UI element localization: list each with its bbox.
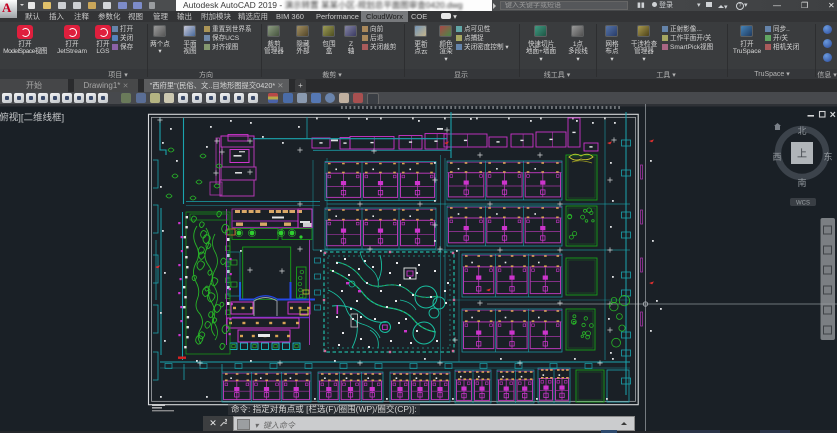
svg-text:东: 东 bbox=[823, 151, 832, 162]
svg-text:][俯视][二维线框]: ][俯视][二维线框] bbox=[0, 112, 64, 124]
svg-text:WCS: WCS bbox=[796, 201, 810, 207]
svg-text:南: 南 bbox=[797, 177, 806, 188]
svg-text:西: 西 bbox=[772, 152, 781, 162]
svg-text:北: 北 bbox=[797, 126, 806, 136]
svg-text:上: 上 bbox=[797, 148, 807, 160]
